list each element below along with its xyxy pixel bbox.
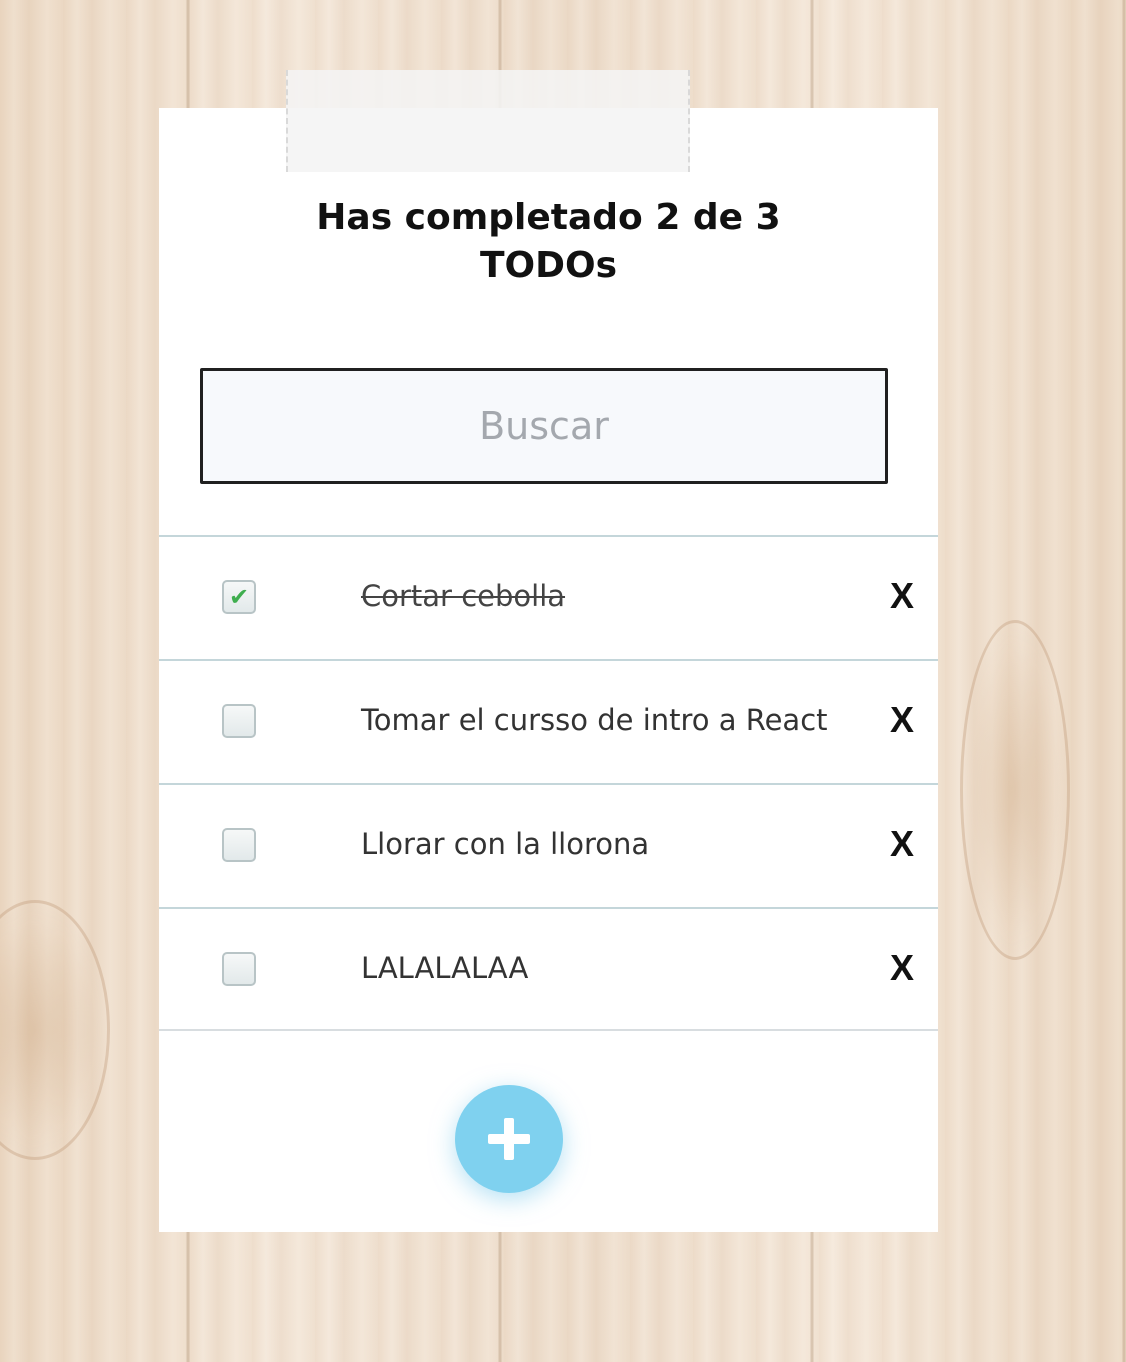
todo-item: Tomar el cursso de intro a React X bbox=[159, 659, 938, 783]
todo-text: Llorar con la llorona bbox=[361, 827, 650, 861]
todo-counter: Has completado 2 de 3 TODOs bbox=[316, 197, 781, 286]
add-todo-button[interactable] bbox=[455, 1085, 563, 1193]
todo-item: Llorar con la llorona X bbox=[159, 783, 938, 907]
plus-icon bbox=[488, 1118, 530, 1160]
delete-todo-button[interactable]: X bbox=[890, 699, 914, 741]
check-icon: ✔ bbox=[228, 583, 250, 611]
todo-checkbox[interactable] bbox=[222, 704, 256, 738]
todo-text: Cortar cebolla bbox=[361, 579, 566, 613]
todo-checkbox[interactable]: ✔ bbox=[222, 580, 256, 614]
todo-checkbox[interactable] bbox=[222, 952, 256, 986]
todo-checkbox[interactable] bbox=[222, 828, 256, 862]
todo-text: Tomar el cursso de intro a React bbox=[361, 703, 828, 737]
todo-item: ✔ Cortar cebolla X bbox=[159, 535, 938, 659]
todo-card: Has completado 2 de 3 TODOs ✔ Cortar ceb… bbox=[159, 108, 938, 1232]
delete-todo-button[interactable]: X bbox=[890, 823, 914, 865]
search-input[interactable] bbox=[200, 368, 888, 484]
wood-knot bbox=[0, 900, 110, 1160]
tape-decoration bbox=[286, 70, 690, 172]
wood-knot bbox=[960, 620, 1070, 960]
delete-todo-button[interactable]: X bbox=[890, 575, 914, 617]
todo-text: LALALALAA bbox=[361, 951, 529, 985]
todo-item: LALALALAA X bbox=[159, 907, 938, 1031]
todo-list: ✔ Cortar cebolla X Tomar el cursso de in… bbox=[159, 535, 938, 1031]
delete-todo-button[interactable]: X bbox=[890, 947, 914, 989]
